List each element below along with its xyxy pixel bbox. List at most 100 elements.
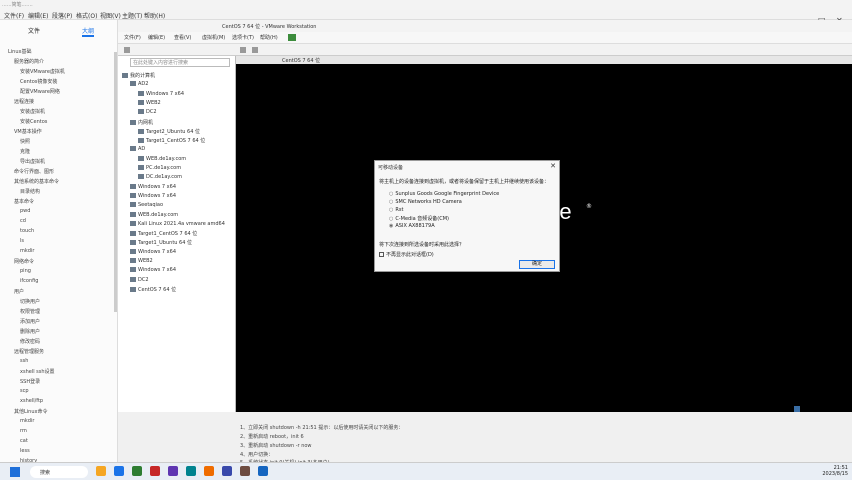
device-option-selected[interactable]: ASIX AX88179A — [389, 223, 434, 229]
outline-item[interactable]: rm — [20, 428, 27, 434]
taskbar-app-icon[interactable] — [204, 466, 214, 476]
outline-item[interactable]: 配置VMware网络 — [20, 88, 60, 95]
taskbar-app-icon[interactable] — [258, 466, 268, 476]
windows-start-icon[interactable] — [10, 467, 20, 477]
vm-menu-tabs[interactable]: 选项卡(T) — [232, 34, 254, 41]
outline-item[interactable]: 服务器的简介 — [14, 58, 44, 65]
dont-show-checkbox[interactable]: 不再显示此对话框(D) — [379, 251, 434, 258]
outline-item[interactable]: SSH登录 — [20, 378, 40, 385]
library-vm-item[interactable]: Kali Linux 2021.4a vmware amd64 — [130, 220, 225, 227]
outline-item[interactable]: ssh — [20, 358, 28, 364]
library-vm-item[interactable]: DC.de1ay.com — [138, 174, 182, 180]
library-vm-item[interactable]: WEB2 — [130, 258, 153, 264]
menu-view[interactable]: 视图(V) — [100, 11, 121, 20]
menu-theme[interactable]: 主题(T) — [122, 11, 142, 20]
library-vm-item[interactable]: Windows 7 x64 — [138, 90, 184, 97]
taskbar-app-icon[interactable] — [222, 466, 232, 476]
library-search-input[interactable]: 在此处键入内容进行搜索 — [130, 58, 230, 67]
taskbar-app-icon[interactable] — [150, 466, 160, 476]
taskbar-search[interactable]: 搜索 — [30, 466, 88, 478]
vm-menu-help[interactable]: 帮助(H) — [260, 34, 278, 41]
outline-item[interactable]: 修改密码 — [20, 338, 40, 345]
outline-item[interactable]: VM基本操作 — [14, 128, 42, 135]
outline-item[interactable]: 目录结构 — [20, 188, 40, 195]
library-vm-item[interactable]: PC.de1ay.com — [138, 165, 181, 171]
library-vm-item[interactable]: WEB.de1ay.com — [130, 211, 178, 218]
console-view-icon[interactable] — [240, 47, 246, 53]
device-option[interactable]: Sunplus Goods Google Fingerprint Device — [389, 191, 499, 197]
outline-item[interactable]: cd — [20, 218, 26, 224]
menu-edit[interactable]: 编辑(E) — [28, 11, 48, 20]
library-vm-item[interactable]: Target2_Ubuntu 64 位 — [138, 128, 200, 135]
taskbar-app-icon[interactable] — [114, 466, 124, 476]
editor-text-pane[interactable]: 1、立即关闭 shutdown -h 21:51 提示：以后使用时请关闭以下的服… — [236, 412, 852, 466]
outline-item[interactable]: ifconfig — [20, 278, 38, 284]
library-vm-item[interactable]: DC2 — [130, 276, 149, 283]
tab-outline[interactable]: 大纲 — [82, 26, 95, 37]
vm-menu-view[interactable]: 查看(V) — [174, 34, 191, 41]
menu-help[interactable]: 帮助(H) — [144, 11, 165, 20]
outline-item[interactable]: touch — [20, 228, 34, 234]
dialog-close-icon[interactable]: ✕ — [550, 162, 556, 170]
outline-item[interactable]: 远程管理服务 — [14, 348, 44, 355]
outline-item[interactable]: mkdir — [20, 418, 34, 424]
menu-file[interactable]: 文件(F) — [4, 11, 24, 20]
play-icon[interactable] — [288, 34, 296, 41]
console-tab[interactable]: CentOS 7 64 位 — [236, 56, 852, 64]
outline-item[interactable]: 其他Linux命令 — [14, 408, 47, 415]
scrollbar[interactable] — [114, 52, 117, 312]
tab-files[interactable]: 文件 — [28, 26, 40, 35]
library-vm-item[interactable]: WEB2 — [138, 99, 161, 106]
outline-item[interactable]: 其他系统的基本命令 — [14, 178, 59, 185]
outline-item[interactable]: less — [20, 448, 30, 454]
vm-menu-file[interactable]: 文件(F) — [124, 34, 141, 41]
outline-item[interactable]: ls — [20, 238, 24, 244]
menu-format[interactable]: 格式(O) — [76, 11, 97, 20]
outline-item[interactable]: 命令行界面、图形 — [14, 168, 54, 175]
menu-paragraph[interactable]: 段落(P) — [52, 11, 72, 20]
outline-item[interactable]: 远程连接 — [14, 98, 34, 105]
library-vm-item[interactable]: AD — [130, 146, 145, 152]
outline-item[interactable]: cat — [20, 438, 28, 444]
outline-item[interactable]: Centos镜像安装 — [20, 78, 57, 85]
library-vm-item[interactable]: CentOS 7 64 位 — [130, 286, 176, 293]
library-vm-item[interactable]: 我的计算机 — [122, 72, 155, 79]
checkbox-icon[interactable] — [379, 252, 384, 257]
taskbar-app-icon[interactable] — [168, 466, 178, 476]
library-vm-item[interactable]: AD2 — [130, 81, 148, 87]
outline-item[interactable]: 删除用户 — [20, 328, 40, 335]
library-vm-item[interactable]: DC2 — [138, 109, 157, 115]
ok-button[interactable]: 确定 — [519, 260, 555, 269]
outline-item[interactable]: Linux基础 — [8, 48, 31, 55]
home-icon[interactable] — [124, 47, 130, 53]
device-option[interactable]: SMC Networks HD Camera — [389, 199, 461, 205]
library-vm-item[interactable]: Target1_CentOS 7 64 位 — [130, 230, 197, 237]
outline-item[interactable]: xshell/ftp — [20, 398, 43, 404]
outline-item[interactable]: 用户 — [14, 288, 24, 295]
library-vm-item[interactable]: Windows 7 x64 — [130, 267, 176, 273]
taskbar-app-icon[interactable] — [240, 466, 250, 476]
library-vm-item[interactable]: Windows 7 x64 — [130, 183, 176, 190]
outline-item[interactable]: mkdir — [20, 248, 34, 254]
outline-item[interactable]: ping — [20, 268, 31, 274]
library-vm-item[interactable]: Windows 7 x64 — [130, 248, 176, 255]
outline-item[interactable]: 快照 — [20, 138, 30, 145]
library-vm-item[interactable]: Target1_CentOS 7 64 位 — [138, 137, 205, 144]
library-vm-item[interactable]: WEB.de1ay.com — [138, 155, 186, 162]
taskbar-app-icon[interactable] — [186, 466, 196, 476]
outline-item[interactable]: 安装VMware虚拟机 — [20, 68, 65, 75]
device-option[interactable]: C-Media 音频设备(CM) — [389, 215, 449, 222]
outline-item[interactable]: 权限管理 — [20, 308, 40, 315]
outline-item[interactable]: 安装虚拟机 — [20, 108, 45, 115]
vm-menu-edit[interactable]: 编辑(E) — [148, 34, 165, 41]
library-vm-item[interactable]: Target1_Ubuntu 64 位 — [130, 239, 192, 246]
taskbar-app-icon[interactable] — [96, 466, 106, 476]
outline-item[interactable]: pwd — [20, 208, 30, 214]
taskbar-app-icon[interactable] — [132, 466, 142, 476]
library-vm-item[interactable]: 内网机 — [130, 119, 153, 126]
outline-item[interactable]: 添加用户 — [20, 318, 40, 325]
outline-item[interactable]: 安装Centos — [20, 118, 47, 125]
outline-item[interactable]: 切换用户 — [20, 298, 40, 305]
fullscreen-icon[interactable] — [252, 47, 258, 53]
outline-item[interactable]: scp — [20, 388, 29, 394]
